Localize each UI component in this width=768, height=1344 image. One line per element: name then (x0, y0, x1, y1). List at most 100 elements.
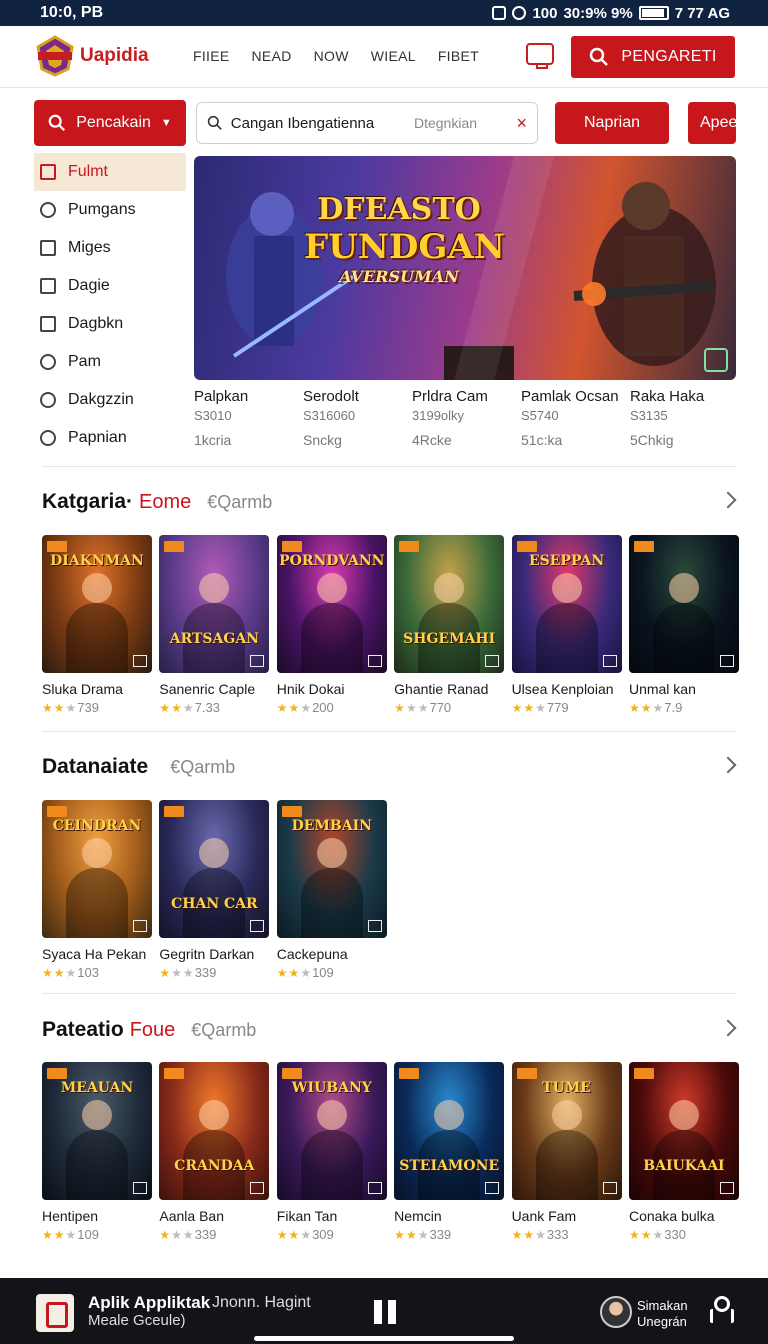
logo[interactable]: Uapidia (34, 35, 149, 77)
game-thumbnail[interactable]: DEMBAIN (276, 800, 387, 938)
age-rating-icon (133, 1182, 147, 1194)
user-label: Simakan Unegrán (637, 1298, 688, 1330)
filter-button[interactable]: Naprian (555, 102, 669, 144)
compass-icon (40, 392, 56, 408)
star-icon: ★ (628, 1227, 640, 1242)
game-thumbnail[interactable]: ARTSAGAN (159, 535, 270, 673)
hero-stat-name: Palpkan (194, 388, 249, 405)
avatar[interactable] (600, 1296, 632, 1328)
hero-stat-sub: 5Chkig (630, 432, 674, 448)
sidebar-item[interactable]: Dagbkn (34, 305, 186, 343)
home-icon (704, 348, 728, 372)
game-card[interactable]: WIUBANY Fikan Tan ★ ★ ★ 309 (276, 1062, 394, 1242)
nav-link-2[interactable]: NEAD (252, 48, 292, 64)
hero-stats: Palpkan S3010 1kcria Serodolt S316060 Snckg Pr… (194, 388, 742, 448)
game-thumbnail[interactable]: TUME (511, 1062, 622, 1200)
game-card[interactable]: CHAN CAR Gegritn Darkan ★ ★ ★ 339 (159, 800, 276, 980)
badge-tag (47, 806, 67, 817)
hero-stat-value: 3199olky (412, 408, 465, 423)
star-icon: ★ (159, 1227, 171, 1242)
character-figure (652, 603, 715, 673)
sidebar-item[interactable]: Dakgzzin (34, 381, 186, 419)
accessibility-icon[interactable] (708, 1296, 730, 1326)
section-link[interactable]: €Qarmb (207, 492, 272, 513)
game-card[interactable]: DEMBAIN Cackepuna ★ ★ ★ 109 (276, 800, 394, 980)
game-card[interactable]: ARTSAGAN Sanenric Caple ★ ★ ★ 7.33 (159, 535, 276, 715)
game-card[interactable]: PORNDVANN Hnik Dokai ★ ★ ★ 200 (276, 535, 394, 715)
game-thumbnail[interactable] (628, 535, 739, 673)
sidebar-item[interactable]: Papnian (34, 419, 186, 457)
clear-icon[interactable]: × (516, 113, 527, 134)
age-rating-icon (250, 1182, 265, 1194)
divider (42, 993, 736, 994)
game-card[interactable]: TUME Uank Fam ★ ★ ★ 333 (511, 1062, 629, 1242)
hero-banner[interactable]: DFEASTO FUNDGAN AVERSUMAN (194, 156, 736, 380)
category-dropdown[interactable]: Pencakain ▼ (34, 100, 186, 146)
hero-stat[interactable]: Pamlak Ocsan S5740 51c:ka (521, 388, 630, 448)
game-rating: ★ ★ ★ 339 (159, 1227, 276, 1242)
badge-tag (281, 541, 302, 552)
sidebar-item[interactable]: Fulmt (34, 153, 186, 191)
game-card[interactable]: DIAKNMAN Sluka Drama ★ ★ ★ 739 (42, 535, 159, 715)
rating-value: 770 (429, 700, 452, 715)
game-card[interactable]: Unmal kan ★ ★ ★ 7.9 (628, 535, 746, 715)
search-input[interactable]: Cangan Ibengatienna Dtegnkian × (196, 102, 538, 144)
game-card[interactable]: BAIUKAAI Conaka bulka ★ ★ ★ 330 (628, 1062, 746, 1242)
game-card[interactable]: CEINDRAN Syaca Ha Pekan ★ ★ ★ 103 (42, 800, 159, 980)
hero-stat[interactable]: Prldra Cam 3199olky 4Rcke (412, 388, 521, 448)
star-icon: ★ (53, 700, 65, 715)
character-figure (300, 603, 363, 673)
section-title: Datanaiate (42, 755, 149, 778)
section-link[interactable]: €Qarmb (170, 757, 235, 778)
game-thumbnail[interactable]: CEINDRAN (42, 800, 152, 938)
game-card[interactable]: STEIAMONE Nemcin ★ ★ ★ 339 (394, 1062, 511, 1242)
chevron-right-icon[interactable] (719, 1019, 737, 1037)
game-thumbnail[interactable]: STEIAMONE (394, 1062, 505, 1200)
star-icon: ★ (300, 700, 312, 715)
game-card[interactable]: CRANDAA Aanla Ban ★ ★ ★ 339 (159, 1062, 276, 1242)
hero-stat-sub: 51c:ka (521, 432, 563, 448)
sidebar-item[interactable]: Pumgans (34, 191, 186, 229)
star-icon: ★ (394, 700, 405, 715)
star-icon: ★ (535, 700, 546, 715)
game-thumbnail[interactable]: CHAN CAR (159, 800, 270, 938)
search-query: Cangan Ibengatienna (230, 114, 375, 132)
home-indicator[interactable] (254, 1336, 514, 1341)
app-icon[interactable] (36, 1294, 74, 1332)
hero-stat[interactable]: Raka Haka S3135 5Chkig (630, 388, 739, 448)
sidebar-item[interactable]: Dagie (34, 267, 186, 305)
star-icon: ★ (394, 1227, 405, 1242)
rating-value: 333 (546, 1227, 569, 1242)
rating-value: 7.33 (194, 700, 220, 715)
section-header-3: Pateatio Foue €Qarmb (42, 1015, 738, 1045)
nav-link-1[interactable]: FIIEE (193, 48, 230, 64)
character-figure (434, 573, 465, 603)
sidebar-item[interactable]: Pam (34, 343, 186, 381)
game-thumbnail[interactable]: CRANDAA (159, 1062, 270, 1200)
nav-link-3[interactable]: NOW (314, 48, 349, 64)
game-thumbnail[interactable]: BAIUKAAI (628, 1062, 739, 1200)
sidebar-item[interactable]: Miges (34, 229, 186, 267)
apply-button[interactable]: Apee (688, 102, 736, 144)
game-thumbnail[interactable]: PORNDVANN (276, 535, 387, 673)
message-icon[interactable] (526, 43, 554, 69)
game-thumbnail[interactable]: ESEPPAN (511, 535, 622, 673)
game-card[interactable]: MEAUAN Hentipen ★ ★ ★ 109 (42, 1062, 159, 1242)
hero-stat[interactable]: Palpkan S3010 1kcria (194, 388, 303, 448)
hero-stat[interactable]: Serodolt S316060 Snckg (303, 388, 412, 448)
pause-icon[interactable] (374, 1300, 396, 1324)
thumbnail-title: SHGEMAHI (403, 631, 496, 647)
game-card[interactable]: SHGEMAHI Ghantie Ranad ★ ★ ★ 770 (394, 535, 511, 715)
game-thumbnail[interactable]: DIAKNMAN (42, 535, 152, 673)
chevron-right-icon[interactable] (719, 756, 737, 774)
nav-cta-button[interactable]: PENGARETI (571, 36, 735, 78)
nav-link-5[interactable]: FIBET (438, 48, 479, 64)
search-placeholder: Dtegnkian (413, 115, 478, 131)
game-thumbnail[interactable]: MEAUAN (42, 1062, 152, 1200)
game-card[interactable]: ESEPPAN Ulsea Kenploian ★ ★ ★ 779 (511, 535, 629, 715)
chevron-right-icon[interactable] (719, 491, 737, 509)
nav-link-4[interactable]: WIEAL (371, 48, 416, 64)
game-thumbnail[interactable]: SHGEMAHI (394, 535, 505, 673)
game-thumbnail[interactable]: WIUBANY (276, 1062, 387, 1200)
section-link[interactable]: €Qarmb (191, 1020, 256, 1041)
